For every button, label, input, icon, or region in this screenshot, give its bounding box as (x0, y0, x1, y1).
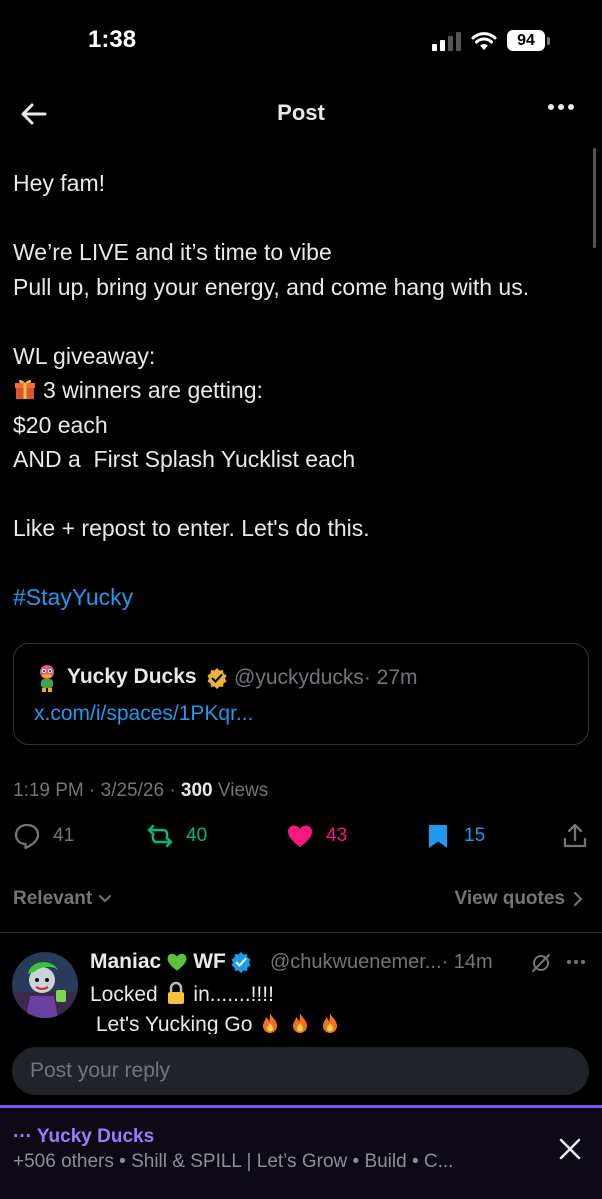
reply-sort-row: Relevant View quotes (13, 886, 589, 916)
post-line: Hey fam! (13, 170, 106, 196)
quote-author-handle: @yuckyducks· 27m (234, 666, 418, 690)
space-subtitle: +506 others • Shill & SPILL | Let’s Grow… (13, 1151, 454, 1172)
reply-handle-text: @chukwuenemer... (270, 951, 442, 973)
avatar[interactable] (12, 952, 78, 1018)
bookmark-button[interactable]: 15 (424, 822, 485, 850)
post-line-text: 3 winners are getting: (43, 377, 263, 403)
battery-icon: 94 (507, 30, 550, 51)
status-bar: 1:38 94 (0, 0, 602, 80)
share-icon (563, 823, 587, 848)
reply-text: Locked in.......!!!! Let's Yucking Go (90, 980, 342, 1034)
reply-time: · 14m (441, 951, 493, 973)
reply-composer[interactable] (12, 1047, 589, 1095)
scrollbar[interactable] (593, 148, 596, 248)
reply-count: 41 (53, 825, 75, 846)
chevron-down-icon (99, 895, 112, 903)
post-line: We’re LIVE and it’s time to vibe (13, 239, 332, 265)
heart-filled-icon (288, 825, 312, 847)
post-line-gift: 3 winners are getting: (13, 373, 583, 408)
cellular-signal-icon (432, 31, 461, 51)
hashtag-link[interactable]: #StayYucky (13, 580, 583, 615)
yucky-duck-avatar (40, 665, 54, 692)
chevron-right-icon (574, 892, 583, 906)
like-count: 43 (326, 825, 348, 846)
view-quotes-link[interactable]: View quotes (454, 888, 583, 910)
more-horizontal-icon[interactable] (548, 104, 574, 110)
fire-icon (322, 1013, 337, 1033)
battery-level: 94 (507, 30, 545, 51)
divider (0, 932, 602, 933)
lock-icon (167, 981, 184, 1004)
bookmark-filled-icon (429, 825, 447, 848)
green-heart-icon (167, 953, 187, 971)
repost-icon (147, 824, 173, 848)
gift-icon (15, 379, 35, 399)
reply-input[interactable] (12, 1047, 589, 1095)
top-nav: Post (0, 88, 602, 140)
reply-line2: Let's Yucking Go (90, 1013, 259, 1034)
post-line: $20 each (13, 411, 108, 438)
quote-handle-text: @yuckyducks (234, 666, 364, 689)
views-count: 300 (180, 780, 213, 801)
post-timestamp: 1:19 PM · 3/25/26 · (13, 780, 181, 801)
views-label: Views (212, 780, 269, 801)
reply-item[interactable]: Maniac WF @chukwuenemer...· 14m Locked i… (0, 934, 602, 1034)
post-line (13, 477, 583, 512)
reply-line1-a: Locked (90, 983, 164, 1006)
post-line: AND a First Splash Yucklist each (13, 446, 356, 472)
like-button[interactable]: 43 (286, 822, 347, 850)
post-text: Hey fam! We’re LIVE and it’s time to vib… (13, 166, 583, 615)
quote-space-link[interactable]: x.com/i/spaces/1PKqr... (34, 702, 253, 726)
view-quotes-label: View quotes (454, 888, 565, 909)
fire-icon (263, 1013, 278, 1033)
verified-gold-badge-icon (207, 668, 227, 689)
repost-count: 40 (186, 825, 208, 846)
more-horizontal-icon[interactable] (567, 960, 585, 964)
post-actions: 41 40 43 15 (0, 822, 602, 862)
close-icon[interactable] (556, 1135, 584, 1163)
post-line (13, 304, 583, 339)
reply-author-name[interactable]: Maniac WF (90, 950, 252, 974)
share-button[interactable] (561, 822, 589, 850)
reply-line1-b: in.......!!!! (187, 983, 274, 1006)
post-meta: 1:19 PM · 3/25/26 · 300 Views (13, 780, 268, 802)
sort-label: Relevant (13, 888, 93, 909)
post-line: Pull up, bring your energy, and come han… (13, 273, 530, 300)
quoted-post-card[interactable]: Yucky Ducks @yuckyducks· 27m x.com/i/spa… (13, 643, 589, 745)
live-space-bar[interactable]: ··· Yucky Ducks +506 others • Shill & SP… (0, 1105, 602, 1199)
space-accent-line (0, 1105, 602, 1108)
reply-bubble-icon (14, 823, 40, 850)
reply-name-text: Maniac (90, 950, 162, 973)
repost-button[interactable]: 40 (146, 822, 207, 850)
post-line: Like + repost to enter. Let's do this. (13, 515, 370, 541)
status-icons: 94 (432, 30, 550, 51)
post-line (13, 546, 583, 581)
reply-name-suffix: WF (193, 950, 226, 973)
quote-author-name[interactable]: Yucky Ducks (67, 665, 197, 689)
bookmark-count: 15 (464, 825, 486, 846)
reply-button[interactable]: 41 (13, 822, 74, 850)
fire-icon (293, 1013, 308, 1033)
quote-time: · 27m (363, 666, 418, 689)
grok-icon[interactable] (530, 952, 552, 974)
wifi-icon (471, 31, 497, 50)
sort-dropdown[interactable]: Relevant (13, 888, 112, 910)
status-time: 1:38 (88, 26, 137, 53)
space-host[interactable]: ··· Yucky Ducks (13, 1126, 154, 1148)
reply-author-handle: @chukwuenemer...· 14m (270, 951, 493, 974)
post-line (13, 201, 583, 236)
post-line: WL giveaway: (13, 342, 156, 369)
verified-badge-icon (231, 952, 251, 973)
page-title: Post (277, 100, 325, 125)
